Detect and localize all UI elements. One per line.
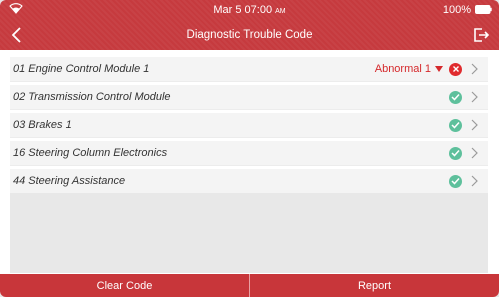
chevron-right-icon [471, 175, 478, 187]
list-item[interactable]: 02 Transmission Control Module [10, 85, 488, 110]
check-circle-icon [449, 118, 462, 132]
battery-percent: 100% [442, 4, 471, 16]
page-title: Diagnostic Trouble Code [186, 29, 313, 41]
status-bar: Mar 5 07:00 AM 100% [0, 0, 499, 20]
module-status [449, 172, 478, 190]
chevron-right-icon [471, 63, 478, 75]
chevron-right-icon [471, 91, 478, 103]
empty-panel [10, 193, 488, 273]
title-bar: Diagnostic Trouble Code [0, 23, 499, 49]
module-status [449, 116, 478, 134]
module-status [449, 144, 478, 162]
module-status [449, 88, 478, 106]
module-label: 02 Transmission Control Module [13, 91, 171, 103]
check-circle-icon [449, 90, 462, 104]
abnormal-text: Abnormal 1 [374, 63, 431, 75]
status-clock: Mar 5 07:00 AM [0, 4, 499, 16]
report-button[interactable]: Report [249, 274, 499, 297]
module-label: 16 Steering Column Electronics [13, 147, 168, 159]
module-status: Abnormal 1 [375, 60, 478, 78]
battery-icon [475, 5, 492, 14]
status-time: 07:00 [244, 4, 273, 16]
chevron-right-icon [471, 119, 478, 131]
dropdown-triangle-icon[interactable] [435, 66, 443, 72]
clear-code-button[interactable]: Clear Code [0, 274, 249, 297]
chevron-right-icon [471, 147, 478, 159]
module-label: 03 Brakes 1 [13, 119, 72, 131]
check-circle-icon [449, 146, 462, 160]
exit-icon[interactable] [473, 27, 489, 43]
list-item[interactable]: 03 Brakes 1 [10, 113, 488, 138]
x-circle-icon [449, 62, 462, 76]
screen: Mar 5 07:00 AM 100% Diagnostic Trouble C… [0, 0, 499, 297]
module-label: 44 Steering Assistance [13, 175, 126, 187]
header: Mar 5 07:00 AM 100% Diagnostic Trouble C… [0, 0, 499, 50]
status-ampm: AM [275, 8, 286, 15]
list-item[interactable]: 01 Engine Control Module 1 Abnormal 1 [10, 57, 488, 82]
status-date: Mar 5 [213, 4, 242, 16]
module-list: 01 Engine Control Module 1 Abnormal 1 02… [10, 54, 499, 194]
check-circle-icon [449, 174, 462, 188]
list-item[interactable]: 44 Steering Assistance [10, 169, 488, 194]
action-bar: Clear Code Report [0, 274, 499, 297]
module-label: 01 Engine Control Module 1 [13, 63, 150, 75]
list-item[interactable]: 16 Steering Column Electronics [10, 141, 488, 166]
